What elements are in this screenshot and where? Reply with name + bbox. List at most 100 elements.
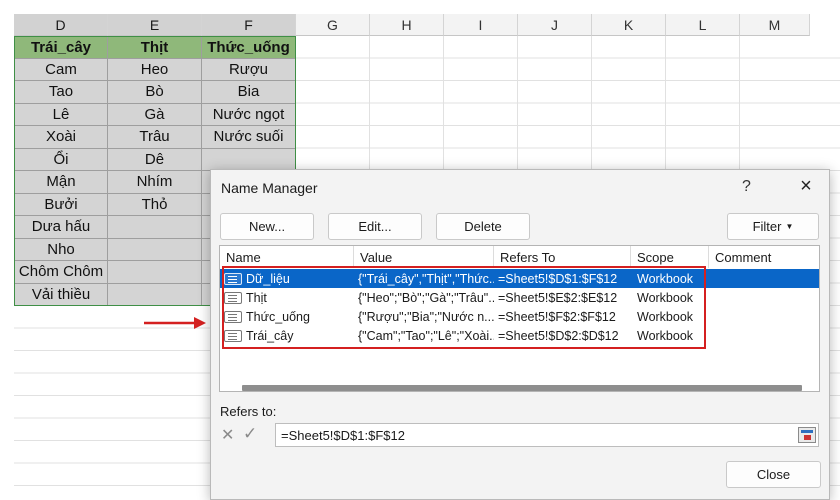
name-row[interactable]: Thịt {"Heo";"Bò";"Gà";"Trâu"... =Sheet5!… xyxy=(220,288,819,307)
column-header-L[interactable]: L xyxy=(666,14,740,36)
table-cell[interactable]: Tao xyxy=(14,81,108,104)
check-icon[interactable]: ✓ xyxy=(243,424,257,444)
table-cell[interactable]: Bò xyxy=(108,81,202,104)
comment-cell xyxy=(709,269,819,288)
table-cell[interactable]: Vải thiều xyxy=(14,283,108,306)
named-range-icon xyxy=(224,272,242,285)
column-header-comment[interactable]: Comment xyxy=(709,246,819,268)
column-header-K[interactable]: K xyxy=(592,14,666,36)
table-cell[interactable] xyxy=(202,148,296,171)
table-cell[interactable]: Gà xyxy=(108,103,202,126)
table-row: Cam Heo Rượu xyxy=(14,58,296,81)
scope-cell: Workbook xyxy=(637,309,694,324)
table-header-cell[interactable]: Trái_cây xyxy=(14,36,108,59)
column-header-I[interactable]: I xyxy=(444,14,518,36)
name-row[interactable]: Trái_cây {"Cam";"Tao";"Lê";"Xoài... =She… xyxy=(220,326,819,345)
table-row: Lê Gà Nước ngọt xyxy=(14,103,296,126)
refers-to-cell: =Sheet5!$D$1:$F$12 xyxy=(498,271,618,286)
table-cell[interactable]: Thỏ xyxy=(108,193,202,216)
table-cell[interactable]: Cam xyxy=(14,58,108,81)
close-icon[interactable]: × xyxy=(795,175,817,197)
red-arrow-icon xyxy=(144,317,206,329)
table-row: Tao Bò Bia xyxy=(14,81,296,104)
delete-button[interactable]: Delete xyxy=(436,213,530,240)
table-header-cell[interactable]: Thức_uống xyxy=(202,36,296,59)
table-cell[interactable]: Nho xyxy=(14,238,108,261)
refers-to-cell: =Sheet5!$F$2:$F$12 xyxy=(498,309,616,324)
name-cell: Thịt xyxy=(246,290,267,305)
column-header-value[interactable]: Value xyxy=(354,246,494,268)
name-cell: Dữ_liệu xyxy=(246,271,290,286)
close-button[interactable]: Close xyxy=(726,461,821,488)
name-manager-dialog: Name Manager ? × New... Edit... Delete F… xyxy=(210,169,830,500)
refers-to-value: =Sheet5!$D$1:$F$12 xyxy=(281,427,405,443)
table-cell[interactable]: Ổi xyxy=(14,148,108,171)
name-row-selected[interactable]: Dữ_liệu {"Trái_cây","Thịt","Thức... =She… xyxy=(220,269,819,288)
table-header-row: Trái_cây Thịt Thức_uống xyxy=(14,36,296,59)
named-range-icon xyxy=(224,291,242,304)
table-row: Xoài Trâu Nước suối xyxy=(14,126,296,149)
table-cell[interactable]: Bia xyxy=(202,81,296,104)
table-cell[interactable]: Nước suối xyxy=(202,126,296,149)
table-cell[interactable]: Mận xyxy=(14,171,108,194)
new-button[interactable]: New... xyxy=(220,213,314,240)
column-header-J[interactable]: J xyxy=(518,14,592,36)
refers-to-label: Refers to: xyxy=(220,404,277,419)
column-headers: D E F G H I J K L M xyxy=(14,14,810,36)
column-header-D[interactable]: D xyxy=(14,14,108,36)
column-header-H[interactable]: H xyxy=(370,14,444,36)
comment-cell xyxy=(709,288,819,307)
scope-cell: Workbook xyxy=(637,271,694,286)
table-header-cell[interactable]: Thịt xyxy=(108,36,202,59)
table-cell[interactable]: Rượu xyxy=(202,58,296,81)
named-range-icon xyxy=(224,310,242,323)
scope-cell: Workbook xyxy=(637,290,694,305)
filter-button[interactable]: Filter ▼ xyxy=(727,213,819,240)
named-range-icon xyxy=(224,329,242,342)
filter-label: Filter xyxy=(752,219,782,234)
table-cell[interactable] xyxy=(108,238,202,261)
column-header-scope[interactable]: Scope xyxy=(631,246,709,268)
table-cell[interactable] xyxy=(108,261,202,284)
comment-cell xyxy=(709,326,819,345)
column-header-G[interactable]: G xyxy=(296,14,370,36)
table-row: Ổi Dê xyxy=(14,148,296,171)
table-cell[interactable]: Nhím xyxy=(108,171,202,194)
name-cell: Thức_uống xyxy=(246,309,310,324)
table-cell[interactable]: Dưa hấu xyxy=(14,216,108,239)
collapse-dialog-icon[interactable] xyxy=(798,427,816,443)
refers-to-input[interactable]: =Sheet5!$D$1:$F$12 xyxy=(275,423,819,447)
column-header-M[interactable]: M xyxy=(740,14,810,36)
refers-to-cell: =Sheet5!$D$2:$D$12 xyxy=(498,328,619,343)
table-cell[interactable]: Dê xyxy=(108,148,202,171)
column-header-F[interactable]: F xyxy=(202,14,296,36)
edit-button[interactable]: Edit... xyxy=(328,213,422,240)
dialog-title: Name Manager xyxy=(221,180,318,196)
table-cell[interactable]: Bưởi xyxy=(14,193,108,216)
comment-cell xyxy=(709,307,819,326)
table-cell[interactable] xyxy=(108,216,202,239)
table-cell[interactable]: Lê xyxy=(14,103,108,126)
table-cell[interactable]: Nước ngọt xyxy=(202,103,296,126)
value-cell: {"Rượu";"Bia";"Nước n... xyxy=(358,309,494,324)
table-cell[interactable]: Chôm Chôm xyxy=(14,261,108,284)
value-cell: {"Cam";"Tao";"Lê";"Xoài... xyxy=(358,328,494,343)
column-header-E[interactable]: E xyxy=(108,14,202,36)
value-cell: {"Heo";"Bò";"Gà";"Trâu"... xyxy=(358,290,494,305)
chevron-down-icon: ▼ xyxy=(785,222,794,231)
table-cell[interactable]: Heo xyxy=(108,58,202,81)
list-header: Name Value Refers To Scope Comment xyxy=(220,246,819,268)
refers-to-cell: =Sheet5!$E$2:$E$12 xyxy=(498,290,618,305)
column-header-refers-to[interactable]: Refers To xyxy=(494,246,631,268)
name-cell: Trái_cây xyxy=(246,328,294,343)
value-cell: {"Trái_cây","Thịt","Thức... xyxy=(358,271,494,286)
table-cell[interactable]: Xoài xyxy=(14,126,108,149)
cancel-icon[interactable]: ✕ xyxy=(221,425,234,445)
column-header-name[interactable]: Name xyxy=(220,246,354,268)
horizontal-scrollbar[interactable] xyxy=(242,385,802,391)
names-list[interactable]: Name Value Refers To Scope Comment Dữ_li… xyxy=(219,245,820,392)
table-cell[interactable] xyxy=(108,283,202,306)
name-row[interactable]: Thức_uống {"Rượu";"Bia";"Nước n... =Shee… xyxy=(220,307,819,326)
table-cell[interactable]: Trâu xyxy=(108,126,202,149)
help-button[interactable]: ? xyxy=(742,178,751,196)
